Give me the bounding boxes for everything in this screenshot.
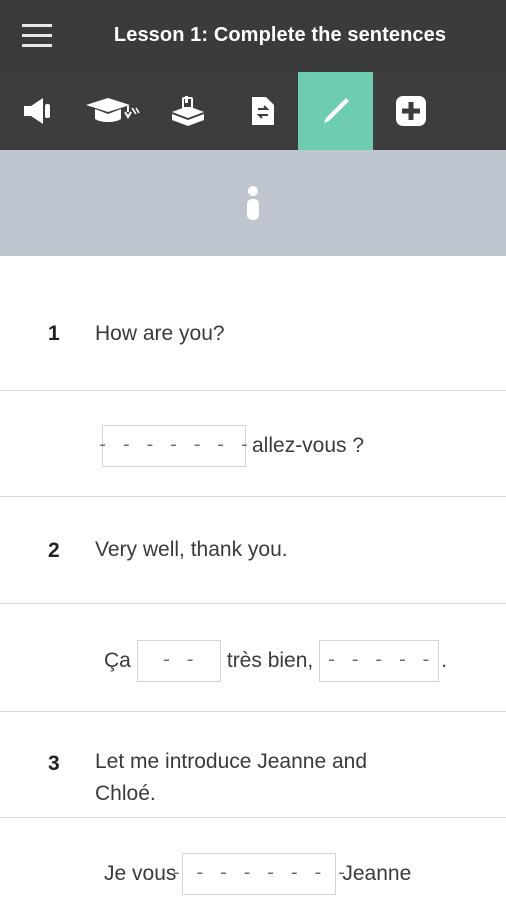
info-icon[interactable] (246, 186, 260, 220)
tool-write-button[interactable] (298, 72, 373, 150)
exercise-prompt-row: 3 Let me introduce Jeanne and Chloé. (0, 712, 506, 818)
answer-sentence: Ça - - très bien, - - - - - . (98, 640, 453, 682)
exercise-number: 2 (48, 539, 60, 562)
exercise-answer-row: Je vous - - - - - - - - Jeanne (0, 818, 506, 900)
exercise-answer-row: - - - - - - - allez-vous ? (0, 391, 506, 497)
answer-sentence: - - - - - - - allez-vous ? (97, 425, 370, 467)
answer-sentence: Je vous - - - - - - - - Jeanne (98, 853, 417, 895)
exercise-prompt: How are you? (95, 322, 225, 345)
page-title: Lesson 1: Complete the sentences (113, 24, 447, 46)
lesson-toolbar (0, 72, 506, 150)
answer-text: Jeanne (342, 862, 412, 885)
exercise-prompt: Very well, thank you. (95, 538, 288, 561)
exercise-number: 3 (48, 752, 60, 775)
answer-text: . (441, 649, 448, 672)
answer-text: Je vous (104, 862, 177, 885)
app-bar: Lesson 1: Complete the sentences (0, 0, 506, 72)
tool-practice-button[interactable] (150, 72, 225, 150)
speaker-icon (23, 98, 50, 124)
exercise-answer-row: Ça - - très bien, - - - - - . (0, 604, 506, 712)
answer-text: allez-vous ? (252, 434, 365, 457)
pencil-icon (323, 98, 349, 123)
answer-text: très bien, (226, 649, 314, 672)
tool-add-button[interactable] (373, 72, 448, 150)
exercise-prompt-row: 1 How are you? (0, 256, 506, 391)
exercise-number: 1 (48, 322, 60, 345)
graduation-cap-icon (85, 98, 140, 122)
tool-document-button[interactable] (225, 72, 300, 150)
plus-icon (395, 96, 426, 126)
document-swap-icon (251, 97, 274, 125)
tool-audio-button[interactable] (0, 72, 75, 150)
exercise-prompt: Let me introduce Jeanne and Chloé. (95, 750, 368, 805)
menu-icon[interactable] (22, 24, 54, 50)
answer-blank[interactable]: - - (136, 640, 221, 682)
hand-tray-icon (171, 96, 204, 126)
info-bar[interactable] (0, 150, 506, 256)
answer-text: Ça (104, 649, 131, 672)
exercise-prompt-row: 2 Very well, thank you. (0, 497, 506, 604)
answer-blank[interactable]: - - - - - - - - (171, 853, 347, 895)
answer-blank[interactable]: - - - - - (319, 640, 440, 682)
answer-blank[interactable]: - - - - - - - (97, 425, 250, 467)
tool-learn-button[interactable] (75, 72, 150, 150)
